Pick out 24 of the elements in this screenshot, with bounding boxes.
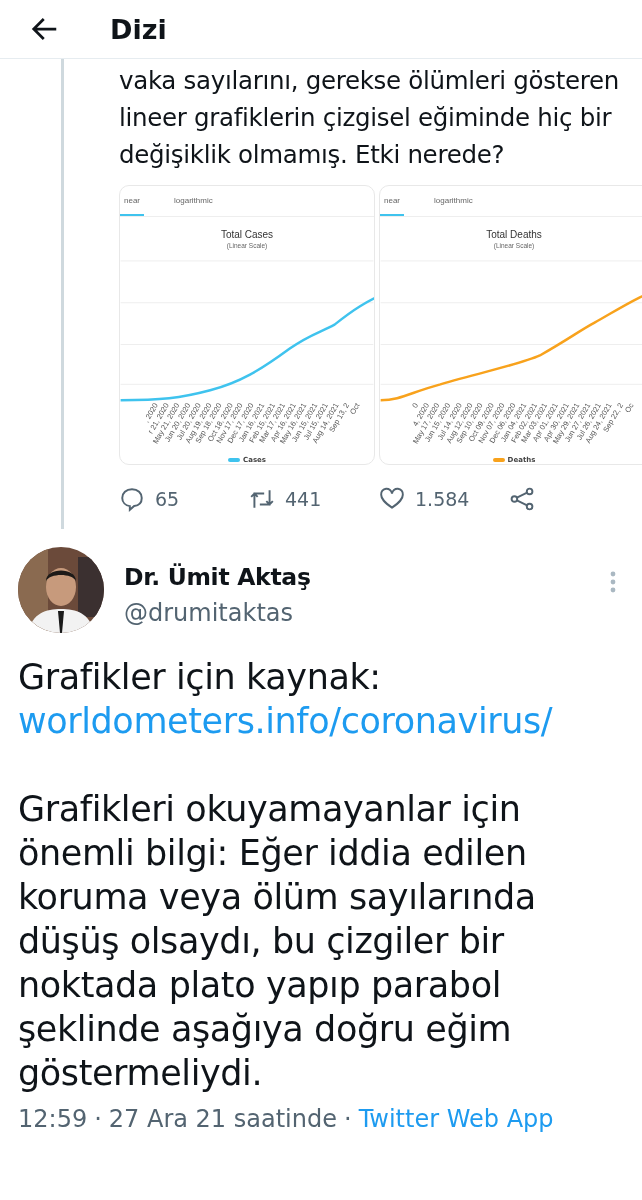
action-count: 441 xyxy=(285,488,322,510)
tweet-text: Grafikler için kaynak: worldometers.info/coronavirus/ xyxy=(18,656,554,743)
chart-tab[interactable]: logarithmic xyxy=(430,186,477,216)
share-icon[interactable] xyxy=(509,486,535,512)
tweet-time: 12:59 xyxy=(18,1105,88,1133)
heart-icon[interactable] xyxy=(379,486,405,512)
tweet-text: Grafikleri okuyamayanlar için önemli bilgi: Eğer iddia edilen koruma veya ölüm sayılarında düşüş olsaydı, bu çizgiler bir noktada plato yapıp parabol şeklinde aşağıya doğru eğim göstermeliydi. xyxy=(18,788,537,1095)
separator-dot: · xyxy=(94,1105,102,1133)
author-handle[interactable]: @drumitaktas xyxy=(124,599,590,627)
action-count: 65 xyxy=(155,488,180,510)
chart-tab[interactable]: near xyxy=(380,186,404,216)
page-title: Dizi xyxy=(110,13,167,45)
tweet-text-line: lineer grafiklerin çizgisel eğiminde hiç bir xyxy=(119,102,613,134)
tweet-text-line: vaka sayılarını, gerekse ölümleri gösteren xyxy=(119,65,621,97)
separator-dot: · xyxy=(344,1105,352,1133)
chart-tab[interactable]: near xyxy=(120,186,144,216)
chart-title: Total Deaths xyxy=(485,229,543,240)
reply-icon[interactable] xyxy=(119,486,145,512)
chart-title: Total Cases xyxy=(219,229,275,240)
chart-tab[interactable]: logarithmic xyxy=(170,186,217,216)
author-name[interactable]: Dr. Ümit Aktaş xyxy=(124,563,590,591)
action-count: 1.584 xyxy=(415,488,470,510)
tweet-text-line: değişiklik olmamış. Etki nerede? xyxy=(119,139,506,171)
tweet-date: 27 Ara 21 saatinde xyxy=(108,1105,337,1133)
